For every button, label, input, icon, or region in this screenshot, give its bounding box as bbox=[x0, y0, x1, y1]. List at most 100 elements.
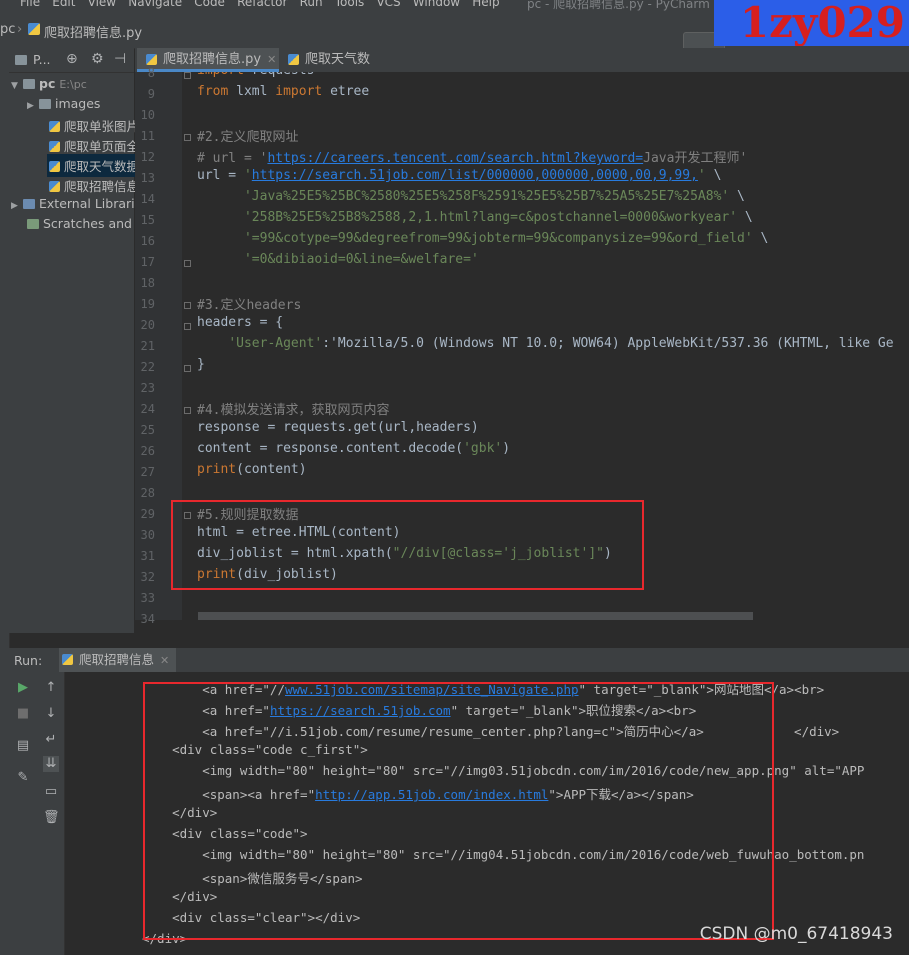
horizontal-scrollbar[interactable] bbox=[198, 612, 753, 620]
tab-file[interactable]: 爬取天气数据.py✕ bbox=[279, 48, 411, 91]
menu-edit[interactable]: Edit bbox=[52, 0, 75, 9]
menu-file[interactable]: File bbox=[20, 0, 40, 9]
close-icon[interactable]: ✕ bbox=[160, 654, 169, 667]
code-line: import requests bbox=[197, 72, 314, 78]
crosshair-icon[interactable]: ⊕ bbox=[66, 51, 78, 67]
tab-label: 爬取招聘信息.py bbox=[163, 52, 262, 67]
close-icon[interactable]: ✕ bbox=[267, 53, 276, 66]
scroll-up-icon[interactable]: ↑ bbox=[43, 680, 59, 696]
run-toolbar-secondary: ↑ ↓ ↵ ⇊ ▭ 🗑 bbox=[37, 672, 65, 955]
soft-wrap-icon[interactable]: ↵ bbox=[43, 732, 59, 748]
tree-item-label: images bbox=[55, 96, 101, 111]
line-number: 18 bbox=[140, 276, 155, 290]
line-number: 12 bbox=[140, 150, 155, 164]
python-file-icon bbox=[49, 121, 60, 132]
line-number: 29 bbox=[140, 507, 155, 521]
python-file-icon bbox=[28, 23, 40, 35]
run-tab[interactable]: 爬取招聘信息 ✕ bbox=[59, 648, 176, 672]
print-icon[interactable]: ▭ bbox=[43, 784, 59, 800]
line-number: 28 bbox=[140, 486, 155, 500]
line-number: 10 bbox=[140, 108, 155, 122]
layout-icon[interactable]: ▤ bbox=[15, 738, 31, 754]
line-number: 17 bbox=[140, 255, 155, 269]
tree-item-label: 爬取招聘信息 bbox=[64, 179, 140, 194]
code-line: '=99&cotype=99&degreefrom=99&jobterm=99&… bbox=[243, 231, 769, 246]
breadcrumb-file[interactable]: 爬取招聘信息.py bbox=[44, 22, 142, 41]
python-file-icon bbox=[288, 54, 299, 65]
line-number: 9 bbox=[147, 87, 155, 101]
line-number: 24 bbox=[140, 402, 155, 416]
tree-root[interactable]: ▼ pc E:\pc bbox=[11, 76, 87, 91]
line-number: 15 bbox=[140, 213, 155, 227]
scratches-icon bbox=[27, 219, 39, 229]
tree-root-name: pc bbox=[39, 76, 56, 91]
stop-icon[interactable]: ■ bbox=[15, 706, 31, 722]
fold-marker-icon[interactable] bbox=[184, 260, 191, 267]
line-number: 23 bbox=[140, 381, 155, 395]
library-icon bbox=[23, 199, 35, 209]
fold-marker-icon[interactable] bbox=[184, 407, 191, 414]
breadcrumb-project[interactable]: pc bbox=[0, 22, 15, 37]
menu-code[interactable]: Code bbox=[194, 0, 225, 9]
code-line: '258B%25E5%25B8%2588,2,1.html?lang=c&pos… bbox=[243, 210, 753, 225]
python-file-icon bbox=[49, 181, 60, 192]
menu-tools[interactable]: Tools bbox=[335, 0, 365, 9]
tree-item-file[interactable]: 爬取招聘信息 bbox=[49, 176, 139, 195]
code-line: #2.定义爬取网址 bbox=[197, 130, 299, 145]
tree-item-file[interactable]: 爬取单张图片 bbox=[49, 116, 139, 135]
run-label: Run: bbox=[14, 653, 43, 668]
project-panel-title[interactable]: P... bbox=[33, 52, 51, 67]
line-number: 11 bbox=[140, 129, 155, 143]
menu-run[interactable]: Run bbox=[300, 0, 323, 9]
scroll-down-icon[interactable]: ↓ bbox=[43, 706, 59, 722]
hide-panel-icon[interactable]: ⊣ bbox=[114, 51, 126, 67]
tree-item-images[interactable]: ▶ images bbox=[27, 96, 100, 111]
line-number: 8 bbox=[147, 66, 155, 80]
expand-arrow-icon: ▼ bbox=[11, 81, 18, 91]
line-number: 21 bbox=[140, 339, 155, 353]
menu-view[interactable]: View bbox=[88, 0, 116, 9]
fold-marker-icon[interactable] bbox=[184, 302, 191, 309]
scroll-to-end-icon[interactable]: ⇊ bbox=[43, 756, 59, 772]
tree-root-path: E:\pc bbox=[59, 78, 87, 91]
fold-marker-icon[interactable] bbox=[184, 134, 191, 141]
line-number: 22 bbox=[140, 360, 155, 374]
rerun-icon[interactable]: ▶ bbox=[15, 680, 31, 696]
code-line: headers = { bbox=[197, 315, 284, 330]
fold-marker-icon[interactable] bbox=[184, 365, 191, 372]
code-line: content = response.content.decode('gbk') bbox=[197, 441, 511, 456]
python-file-icon bbox=[146, 54, 157, 65]
tree-item-scratches[interactable]: Scratches and C bbox=[27, 216, 145, 231]
tree-item-label: 爬取单张图片 bbox=[64, 119, 140, 134]
line-number: 33 bbox=[140, 591, 155, 605]
tree-item-label: External Librari bbox=[39, 196, 135, 211]
collapse-arrow-icon: ▶ bbox=[27, 101, 34, 111]
line-number: 13 bbox=[140, 171, 155, 185]
tree-item-external-libraries[interactable]: ▶ External Librari bbox=[11, 196, 135, 211]
line-number: 30 bbox=[140, 528, 155, 542]
code-line: '=0&dibiaoid=0&line=&welfare=' bbox=[243, 252, 479, 267]
fold-marker-icon[interactable] bbox=[184, 323, 191, 330]
gear-icon[interactable]: ⚙ bbox=[91, 51, 104, 67]
code-line: from lxml import etree bbox=[197, 84, 370, 99]
fold-marker-icon[interactable] bbox=[184, 72, 191, 79]
project-panel: P... ⊕ ⚙ ⊣ ▼ pc E:\pc ▶ images 爬取单张图片 爬取单页… bbox=[9, 48, 145, 633]
menu-help[interactable]: Help bbox=[472, 0, 499, 9]
folder-icon bbox=[39, 99, 51, 109]
menu-window[interactable]: Window bbox=[413, 0, 460, 9]
menu-navigate[interactable]: Navigate bbox=[128, 0, 182, 9]
trash-icon[interactable]: 🗑 bbox=[43, 810, 60, 826]
tree-item-file[interactable]: 爬取单页面全 bbox=[49, 136, 139, 155]
menu-vcs[interactable]: VCS bbox=[376, 0, 400, 9]
menu-refactor[interactable]: Refactor bbox=[237, 0, 287, 9]
tree-item-label: Scratches and C bbox=[43, 216, 145, 231]
code-line: } bbox=[197, 357, 205, 372]
pin-icon[interactable]: ✎ bbox=[15, 770, 31, 786]
tree-item-file-selected[interactable]: 爬取天气数据 bbox=[47, 154, 140, 177]
code-line: 'User-Agent':'Mozilla/5.0 (Windows NT 10… bbox=[228, 336, 894, 351]
tree-item-label: 爬取天气数据 bbox=[64, 159, 140, 174]
run-toolbar-primary: ▶ ■ ▤ ✎ bbox=[9, 672, 37, 955]
python-file-icon bbox=[49, 141, 60, 152]
tab-active-file[interactable]: 爬取招聘信息.py ✕ bbox=[137, 48, 279, 72]
window-title: pc - 爬取招聘信息.py - PyCharm bbox=[527, 0, 710, 11]
